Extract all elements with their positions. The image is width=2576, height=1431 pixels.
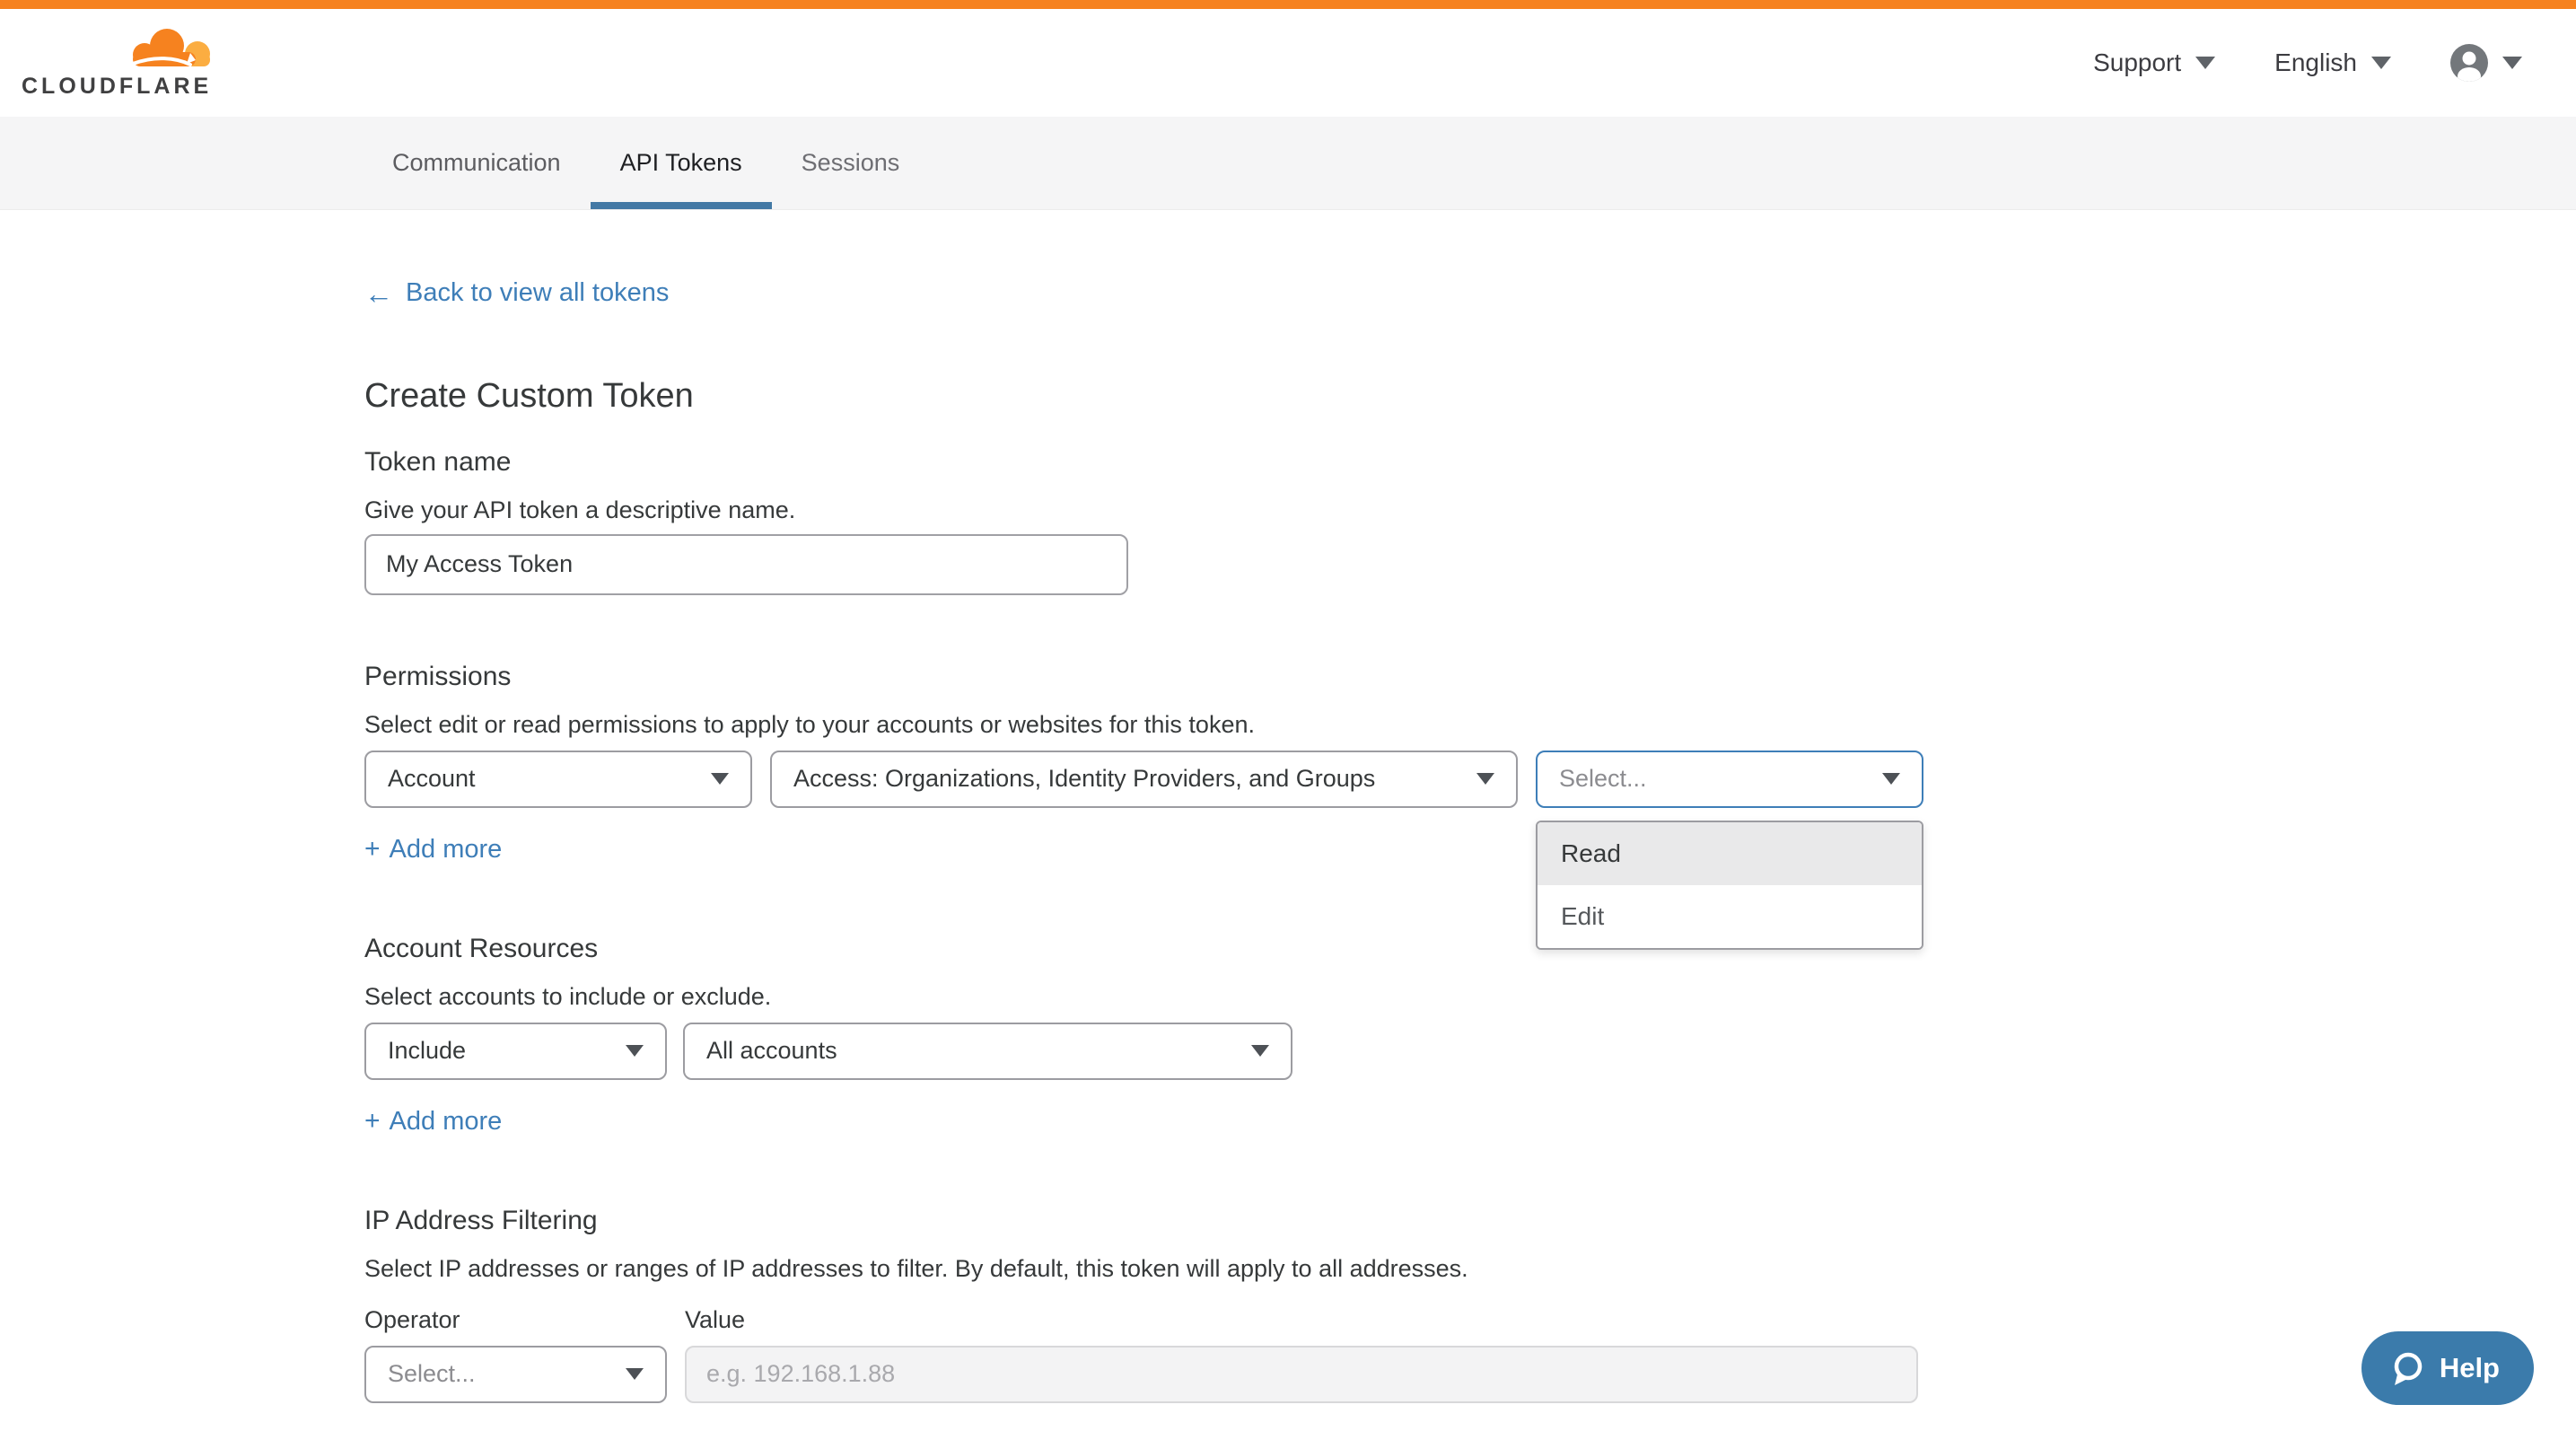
support-label: Support [2093,48,2181,77]
permissions-description: Select edit or read permissions to apply… [364,710,2212,739]
page: CLOUDFLARE Support English [0,0,2576,1431]
account-mode-value: Include [388,1037,466,1065]
ip-filtering-labels-row: Operator Value [364,1306,2212,1334]
permission-scope-value: Account [388,765,476,793]
help-button[interactable]: Help [2361,1331,2534,1405]
ip-filtering-controls-row: Select... [364,1346,2212,1403]
permission-resource-value: Access: Organizations, Identity Provider… [793,765,1375,793]
main-content: ← Back to view all tokens Create Custom … [364,210,2212,1403]
account-menu[interactable] [2450,44,2522,82]
chevron-down-icon [2502,57,2522,69]
header-actions: Support English [2093,44,2522,82]
add-permission-button[interactable]: + Add more [364,835,502,865]
language-label: English [2274,48,2357,77]
tab-communication-label: Communication [392,149,561,177]
permission-level-placeholder: Select... [1559,765,1647,793]
tab-sessions[interactable]: Sessions [772,117,930,209]
account-resources-description: Select accounts to include or exclude. [364,982,2212,1011]
account-resources-heading: Account Resources [364,933,2212,965]
permission-level-select[interactable]: Select... Read Edit [1536,751,1923,808]
chevron-down-icon [711,773,729,785]
cloudflare-logo-text: CLOUDFLARE [22,74,212,100]
token-name-heading: Token name [364,446,2212,478]
app-header: CLOUDFLARE Support English [0,9,2576,117]
chevron-down-icon [1251,1045,1269,1057]
ip-filtering-description: Select IP addresses or ranges of IP addr… [364,1254,2212,1283]
help-button-label: Help [2440,1352,2500,1384]
ip-operator-select[interactable]: Select... [364,1346,667,1403]
left-arrow-icon: ← [364,279,393,308]
user-avatar-icon [2450,44,2488,82]
chevron-down-icon [2371,57,2391,69]
token-name-description: Give your API token a descriptive name. [364,496,2212,524]
brand-accent-bar [0,0,2576,9]
add-permission-label: Add more [390,835,503,865]
accounts-select[interactable]: All accounts [683,1023,1292,1080]
menu-option-read[interactable]: Read [1538,822,1922,885]
page-title: Create Custom Token [364,376,2212,417]
menu-option-edit[interactable]: Edit [1538,885,1922,948]
ip-value-input[interactable] [685,1346,1918,1403]
plus-icon: + [364,836,381,863]
back-link-label: Back to view all tokens [406,278,669,308]
support-menu[interactable]: Support [2093,48,2215,77]
tab-api-tokens[interactable]: API Tokens [591,117,772,209]
permissions-controls-row: Account Access: Organizations, Identity … [364,751,2212,808]
operator-label: Operator [364,1306,685,1334]
tab-api-tokens-label: API Tokens [620,149,742,177]
chevron-down-icon [1882,773,1900,785]
token-name-input[interactable] [364,534,1128,595]
permissions-section: Permissions Select edit or read permissi… [364,661,2212,865]
ip-filtering-heading: IP Address Filtering [364,1205,2212,1237]
add-account-resource-label: Add more [390,1107,503,1137]
chevron-down-icon [626,1368,644,1380]
permission-scope-select[interactable]: Account [364,751,752,808]
chat-bubble-icon [2388,1349,2426,1387]
back-link[interactable]: ← Back to view all tokens [364,278,669,308]
cloudflare-cloud-icon [120,26,214,70]
token-name-section: Token name Give your API token a descrip… [364,446,2212,595]
chevron-down-icon [1476,773,1494,785]
account-resources-controls-row: Include All accounts [364,1023,2212,1080]
account-mode-select[interactable]: Include [364,1023,667,1080]
chevron-down-icon [626,1045,644,1057]
permission-resource-select[interactable]: Access: Organizations, Identity Provider… [770,751,1518,808]
ip-filtering-section: IP Address Filtering Select IP addresses… [364,1205,2212,1403]
value-label: Value [685,1306,745,1334]
cloudflare-logo[interactable]: CLOUDFLARE [22,26,214,100]
profile-tabbar: Communication API Tokens Sessions [0,117,2576,210]
plus-icon: + [364,1108,381,1135]
add-account-resource-button[interactable]: + Add more [364,1107,502,1137]
permissions-heading: Permissions [364,661,2212,693]
account-resources-section: Account Resources Select accounts to inc… [364,933,2212,1137]
language-menu[interactable]: English [2274,48,2391,77]
tab-communication[interactable]: Communication [363,117,591,209]
accounts-select-value: All accounts [706,1037,837,1065]
active-tab-indicator [591,202,772,209]
chevron-down-icon [2195,57,2215,69]
permission-level-menu: Read Edit [1536,821,1923,950]
tab-sessions-label: Sessions [802,149,900,177]
ip-operator-placeholder: Select... [388,1360,476,1388]
